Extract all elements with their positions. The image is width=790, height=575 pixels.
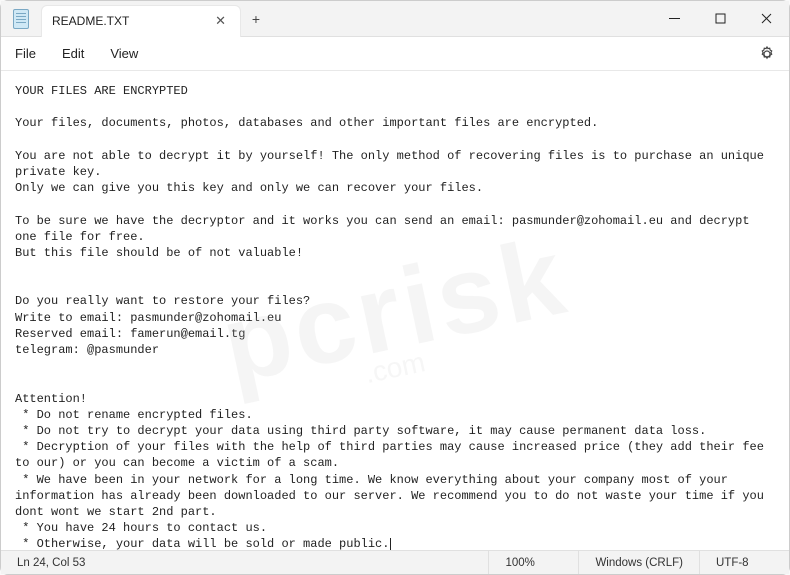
new-tab-button[interactable]: + (241, 11, 271, 27)
menubar: File Edit View (1, 37, 789, 71)
doc-line: But this file should be of not valuable! (15, 246, 303, 260)
doc-line: To be sure we have the decryptor and it … (15, 214, 757, 244)
doc-line: Attention! (15, 392, 87, 406)
text-area[interactable]: pcrisk.comYOUR FILES ARE ENCRYPTED Your … (1, 71, 789, 550)
titlebar: README.TXT ✕ + (1, 1, 789, 37)
doc-line: Your files, documents, photos, databases… (15, 116, 598, 130)
doc-line: * Do not try to decrypt your data using … (15, 424, 706, 438)
tab-readme[interactable]: README.TXT ✕ (41, 5, 241, 37)
doc-line: Only we can give you this key and only w… (15, 181, 483, 195)
doc-line: YOUR FILES ARE ENCRYPTED (15, 84, 188, 98)
settings-button[interactable] (755, 42, 779, 66)
doc-line: * Do not rename encrypted files. (15, 408, 253, 422)
status-zoom[interactable]: 100% (488, 551, 578, 574)
watermark-sub: .com (361, 343, 428, 393)
maximize-button[interactable] (697, 1, 743, 36)
close-button[interactable] (743, 1, 789, 36)
status-encoding[interactable]: UTF-8 (699, 551, 789, 574)
close-tab-icon[interactable]: ✕ (211, 13, 230, 29)
menu-edit[interactable]: Edit (58, 42, 88, 65)
doc-line: * Otherwise, your data will be sold or m… (15, 537, 389, 550)
doc-line: Do you really want to restore your files… (15, 294, 310, 308)
window-controls (651, 1, 789, 36)
status-line-endings[interactable]: Windows (CRLF) (578, 551, 699, 574)
menu-file[interactable]: File (11, 42, 40, 65)
menu-view[interactable]: View (106, 42, 142, 65)
text-caret (390, 538, 391, 550)
statusbar: Ln 24, Col 53 100% Windows (CRLF) UTF-8 (1, 550, 789, 574)
doc-line: * Decryption of your files with the help… (15, 440, 771, 470)
doc-line: Write to email: pasmunder@zohomail.eu (15, 311, 281, 325)
doc-line: * You have 24 hours to contact us. (15, 521, 267, 535)
doc-line: Reserved email: famerun@email.tg (15, 327, 245, 341)
notepad-icon (13, 9, 29, 29)
status-position[interactable]: Ln 24, Col 53 (1, 551, 101, 574)
doc-line: * We have been in your network for a lon… (15, 473, 771, 519)
gear-icon (759, 46, 775, 62)
doc-line: telegram: @pasmunder (15, 343, 159, 357)
doc-line: You are not able to decrypt it by yourse… (15, 149, 771, 179)
tab-title: README.TXT (52, 14, 129, 28)
minimize-button[interactable] (651, 1, 697, 36)
